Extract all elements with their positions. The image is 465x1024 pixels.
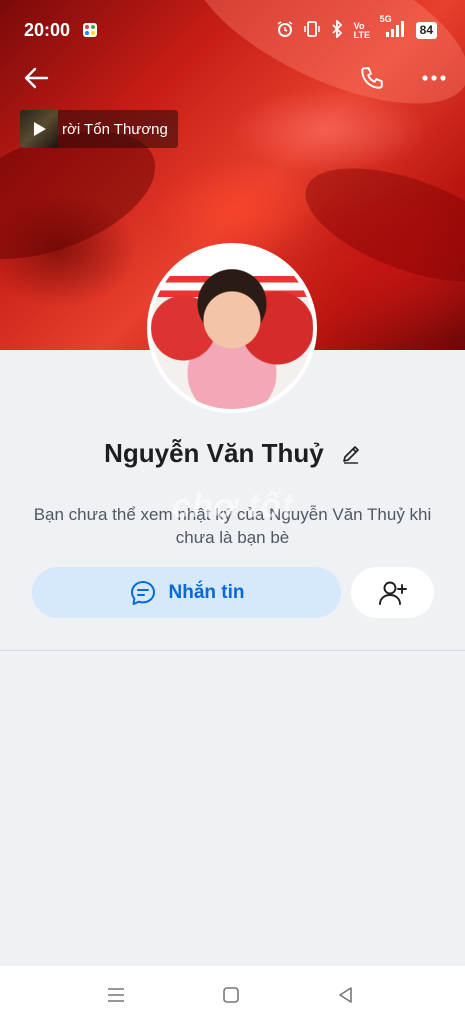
- message-button-label: Nhắn tin: [168, 581, 245, 603]
- recent-apps-button[interactable]: [105, 984, 127, 1006]
- vibrate-icon: [303, 20, 320, 41]
- menu-lines-icon: [108, 988, 124, 1002]
- profile-avatar[interactable]: [147, 243, 317, 413]
- add-friend-icon: [378, 581, 407, 605]
- edit-name-button[interactable]: [341, 440, 361, 471]
- back-arrow-icon: [24, 67, 49, 89]
- more-options-button[interactable]: [418, 62, 450, 94]
- call-button[interactable]: [356, 62, 388, 94]
- music-title: rời Tổn Thương: [62, 120, 168, 138]
- phone-icon: [361, 67, 383, 89]
- app-notification-icon: [83, 23, 97, 37]
- section-divider: [0, 650, 465, 651]
- profile-music-chip[interactable]: rời Tổn Thương: [20, 110, 178, 148]
- triangle-back-icon: [339, 987, 352, 1003]
- profile-name: Nguyễn Văn Thuỷ: [104, 438, 324, 468]
- square-icon: [223, 987, 239, 1003]
- home-button[interactable]: [220, 984, 242, 1006]
- play-icon: [34, 122, 46, 136]
- profile-name-row: Nguyễn Văn Thuỷ: [0, 438, 465, 471]
- music-thumbnail: [20, 110, 58, 148]
- pencil-icon: [343, 445, 359, 464]
- volte-label: Vo LTE: [353, 20, 370, 40]
- status-bar: 20:00 Vo LTE 5G 84: [0, 0, 465, 60]
- system-icons: Vo LTE 5G 84: [276, 14, 437, 41]
- network-label: 5G: [379, 14, 392, 24]
- more-dots-icon: [422, 75, 446, 81]
- battery-level: 84: [415, 22, 437, 39]
- status-time: 20:00: [24, 20, 71, 40]
- back-button[interactable]: [20, 62, 52, 94]
- cover-petal-shadow: [291, 145, 465, 305]
- add-friend-button[interactable]: [351, 567, 434, 618]
- back-nav-button[interactable]: [335, 984, 357, 1006]
- watermark: chợ tốt: [172, 487, 295, 525]
- chat-bubble-icon: [130, 580, 155, 605]
- bluetooth-icon: [330, 18, 344, 41]
- alarm-icon: [276, 20, 294, 41]
- message-button[interactable]: Nhắn tin: [32, 567, 341, 618]
- system-navigation-bar: [0, 966, 465, 1024]
- signal-icon: 5G: [380, 14, 406, 41]
